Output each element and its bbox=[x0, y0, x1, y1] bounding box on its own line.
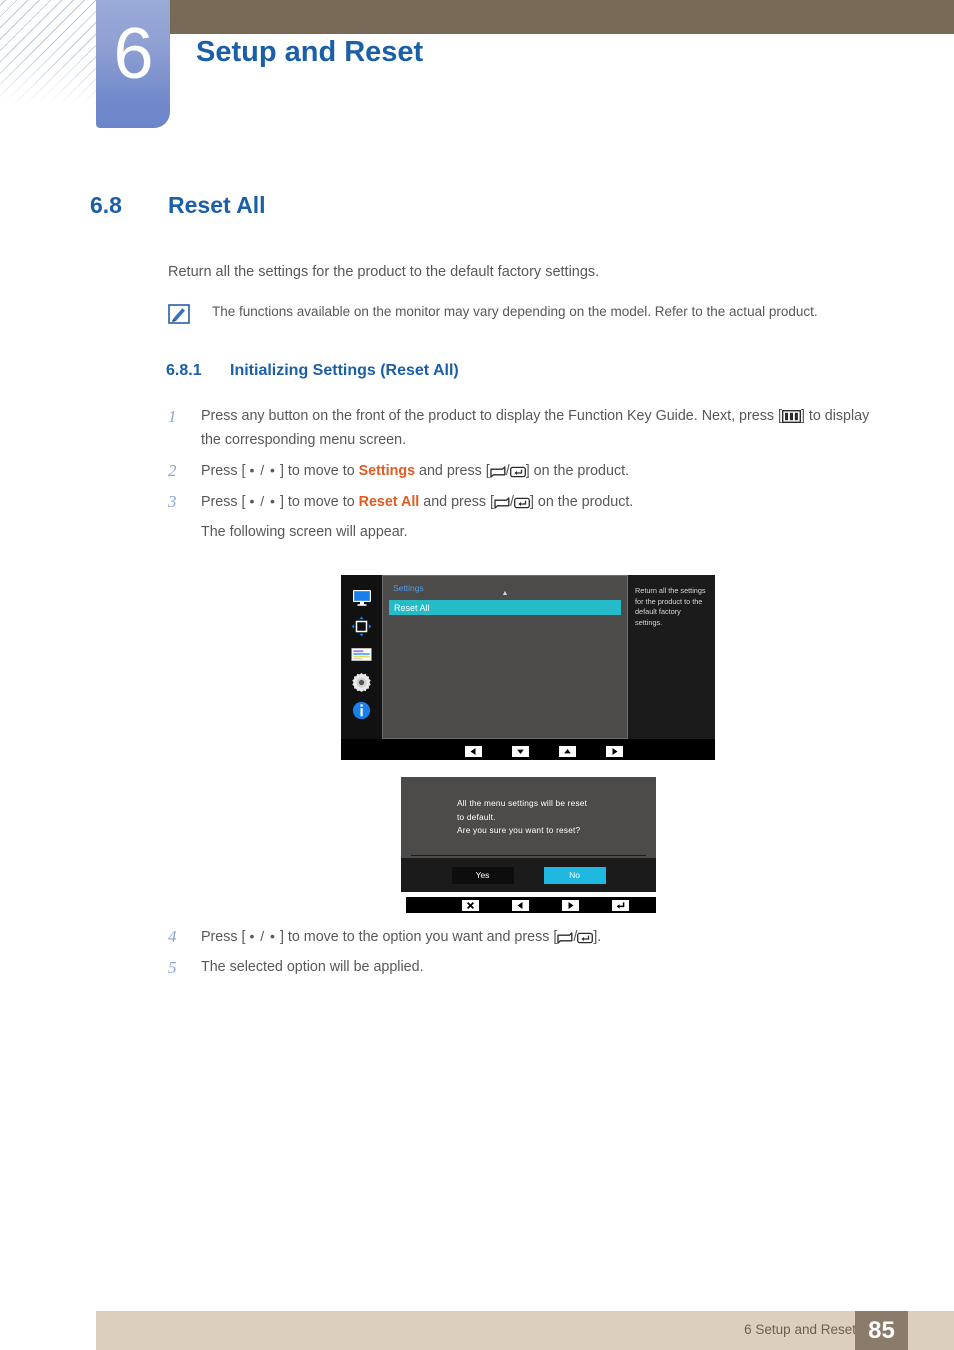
source-key-icon bbox=[490, 466, 506, 478]
step-3-followup-text: The following screen will appear. bbox=[201, 524, 408, 540]
note-block: The functions available on the monitor m… bbox=[168, 303, 882, 324]
osd-menu-panel: Settings ▲ Reset All bbox=[382, 575, 628, 739]
osd-display-icon bbox=[351, 643, 373, 665]
step-item: 5 The selected option will be applied. bbox=[168, 955, 884, 980]
section-heading: 6.8 Reset All bbox=[90, 192, 266, 219]
step-number: 1 bbox=[168, 407, 177, 426]
osd-key-guide-bar bbox=[341, 742, 715, 760]
page-header: 6 Setup and Reset bbox=[0, 0, 954, 140]
step-text: Press [ • / • ] to move to Reset All and… bbox=[201, 489, 884, 514]
information-icon bbox=[351, 699, 373, 721]
step-highlight-settings: Settings bbox=[358, 463, 416, 479]
source-key-icon bbox=[494, 497, 510, 509]
step-text-part-d: ] on the product. bbox=[525, 463, 630, 479]
section-intro-text: Return all the settings for the product … bbox=[168, 264, 600, 280]
step-text-part-a: Press [ bbox=[201, 463, 246, 479]
step-text: The selected option will be applied. bbox=[201, 959, 424, 975]
step-text-part-b: ] to move to bbox=[279, 494, 359, 510]
left-arrow-key-icon[interactable] bbox=[465, 745, 482, 757]
step-text: Press [ • / • ] to move to the option yo… bbox=[201, 924, 884, 949]
osd-description-panel: Return all the settings for the product … bbox=[628, 575, 715, 739]
updown-dot-key-label: • / • bbox=[249, 462, 276, 478]
osd-menu-sidebar bbox=[341, 575, 382, 739]
note-text: The functions available on the monitor m… bbox=[212, 304, 818, 319]
chapter-title: Setup and Reset bbox=[196, 36, 424, 68]
subsection-title: Initializing Settings (Reset All) bbox=[230, 362, 459, 379]
steps-list-continued: 4 Press [ • / • ] to move to the option … bbox=[168, 924, 884, 986]
step-text-part-c: and press [ bbox=[419, 494, 494, 510]
osd-dialog-yes-button[interactable]: Yes bbox=[451, 866, 514, 884]
source-key-icon bbox=[557, 932, 573, 944]
right-arrow-key-icon[interactable] bbox=[606, 745, 623, 757]
step-item: 4 Press [ • / • ] to move to the option … bbox=[168, 924, 884, 949]
step-text: Press [ • / • ] to move to Settings and … bbox=[201, 458, 884, 483]
step-text-part-b: ] to move to bbox=[279, 463, 359, 479]
header-brown-bar bbox=[170, 0, 954, 34]
osd-dialog-button-row: Yes No bbox=[401, 858, 656, 892]
footer-chapter-label: 6 Setup and Reset bbox=[744, 1322, 856, 1337]
osd-dialog-message-line1: All the menu settings will be reset bbox=[457, 798, 588, 808]
chapter-number: 6 bbox=[113, 14, 153, 94]
monitor-icon bbox=[351, 587, 373, 609]
up-arrow-key-icon[interactable] bbox=[559, 745, 576, 757]
down-arrow-key-icon[interactable] bbox=[512, 745, 529, 757]
step-text-part-a: Press [ bbox=[201, 494, 246, 510]
chapter-tab: 6 bbox=[96, 0, 170, 128]
step-text-part-d: ]. bbox=[593, 929, 602, 945]
osd-dialog-no-button[interactable]: No bbox=[543, 866, 606, 884]
step-number: 2 bbox=[168, 461, 177, 480]
note-pencil-icon bbox=[168, 304, 190, 324]
step-text-part-d: ] on the product. bbox=[529, 494, 634, 510]
updown-dot-key-label: • / • bbox=[249, 928, 276, 944]
settings-gear-icon bbox=[351, 671, 373, 693]
step-text-part-c: and press [ bbox=[415, 463, 490, 479]
osd-dialog-box: All the menu settings will be reset to d… bbox=[401, 777, 656, 892]
left-arrow-key-icon[interactable] bbox=[512, 899, 529, 911]
enter-key-icon[interactable] bbox=[612, 899, 629, 911]
osd-menu-item-label: Reset All bbox=[394, 602, 430, 613]
step-text-part-a: Press [ bbox=[201, 929, 246, 945]
step-item: 2 Press [ • / • ] to move to Settings an… bbox=[168, 458, 884, 483]
osd-confirm-dialog-screenshot: All the menu settings will be reset to d… bbox=[401, 777, 656, 913]
osd-dialog-key-guide-bar bbox=[406, 897, 656, 913]
step-number: 4 bbox=[168, 927, 177, 946]
picture-position-icon bbox=[351, 615, 373, 637]
osd-menu-screenshot: Settings ▲ Reset All Return all the sett… bbox=[341, 575, 715, 760]
osd-scroll-up-indicator-icon: ▲ bbox=[501, 590, 509, 597]
close-key-icon[interactable] bbox=[462, 899, 479, 911]
step-text-part-a: Press any button on the front of the pro… bbox=[201, 408, 782, 424]
enter-key-icon bbox=[514, 497, 530, 509]
updown-dot-key-label: • / • bbox=[249, 493, 276, 509]
enter-key-icon bbox=[577, 932, 594, 944]
step-item: 1 Press any button on the front of the p… bbox=[168, 404, 884, 452]
steps-list: 1 Press any button on the front of the p… bbox=[168, 404, 884, 544]
step-text: Press any button on the front of the pro… bbox=[201, 404, 884, 452]
osd-dialog-separator bbox=[411, 855, 646, 856]
osd-menu-item-reset-all[interactable]: Reset All bbox=[389, 600, 621, 615]
osd-dialog-message-line2: to default. bbox=[457, 811, 496, 822]
step-text-part-b: ] to move to the option you want and pre… bbox=[279, 929, 558, 945]
osd-dialog-message: All the menu settings will be reset to d… bbox=[457, 797, 637, 838]
menu-bars-key-icon bbox=[781, 410, 801, 423]
footer-page-box: 85 bbox=[855, 1311, 908, 1350]
right-arrow-key-icon[interactable] bbox=[562, 899, 579, 911]
step-number: 5 bbox=[168, 958, 177, 977]
step-item: 3 Press [ • / • ] to move to Reset All a… bbox=[168, 489, 884, 514]
page-footer: 6 Setup and Reset 85 bbox=[96, 1311, 954, 1350]
section-title: Reset All bbox=[168, 192, 266, 218]
osd-category-label: Settings bbox=[393, 583, 424, 593]
subsection-heading: 6.8.1 Initializing Settings (Reset All) bbox=[166, 362, 459, 380]
section-number: 6.8 bbox=[90, 192, 122, 218]
step-number: 3 bbox=[168, 492, 177, 511]
osd-dialog-message-line3: Are you sure you want to reset? bbox=[457, 825, 581, 836]
enter-key-icon bbox=[509, 466, 526, 478]
subsection-number: 6.8.1 bbox=[166, 362, 202, 379]
step-highlight-reset-all: Reset All bbox=[358, 494, 420, 510]
page-number: 85 bbox=[868, 1316, 895, 1344]
